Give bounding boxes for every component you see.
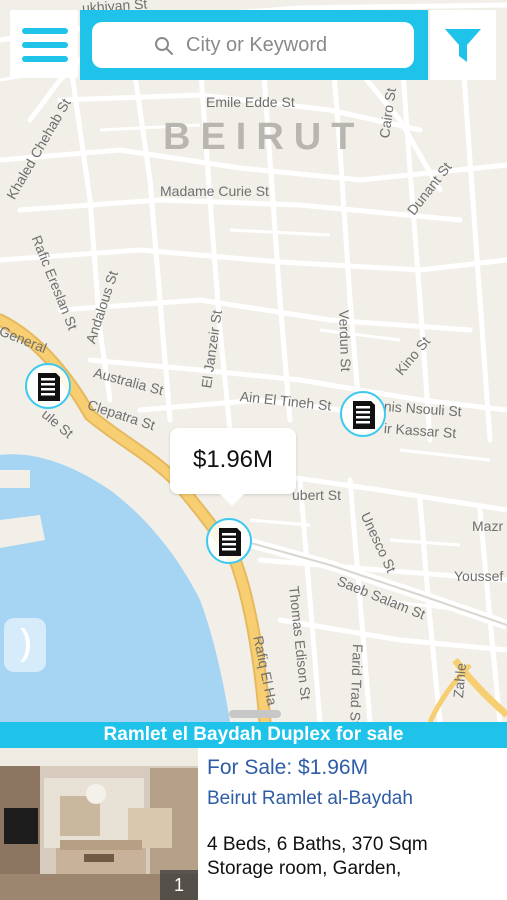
- chevron-icon: [20, 628, 30, 662]
- street-label: ubert St: [292, 487, 342, 503]
- street-label: Verdun St: [336, 309, 355, 372]
- callout-price: $1.96M: [192, 446, 274, 473]
- search-icon: [155, 37, 173, 55]
- menu-button[interactable]: [10, 10, 78, 78]
- street-label: Farid Trad St: [347, 643, 366, 722]
- listing-marker-selected[interactable]: [206, 518, 252, 564]
- listing-title-banner[interactable]: Ramlet el Baydah Duplex for sale: [0, 722, 507, 748]
- street-label: Madame Curie St: [160, 183, 269, 199]
- side-panel-handle[interactable]: [4, 618, 46, 672]
- listing-details: 4 Beds, 6 Baths, 370 Sqm: [207, 834, 428, 855]
- map-view[interactable]: BEIRUT Emile Edde St Cairo St Khaled Che…: [0, 0, 507, 722]
- building-icon: [219, 528, 241, 556]
- search-input[interactable]: [186, 28, 406, 62]
- street-label: Youssef: [454, 568, 504, 584]
- top-bar: [0, 0, 507, 82]
- search-bar: [80, 10, 428, 80]
- app-root: BEIRUT Emile Edde St Cairo St Khaled Che…: [0, 0, 507, 900]
- building-icon: [38, 373, 60, 401]
- listing-features: Storage room, Garden,: [207, 858, 402, 879]
- listing-title: Ramlet el Baydah Duplex for sale: [103, 724, 404, 745]
- listing-marker[interactable]: [340, 391, 386, 437]
- funnel-icon: [445, 29, 481, 62]
- street-label: Zahle: [450, 662, 470, 699]
- listing-card[interactable]: 1 For Sale: $1.96M Beirut Ramlet al-Bayd…: [0, 748, 507, 900]
- listing-marker[interactable]: [25, 363, 71, 409]
- street-label: Emile Edde St: [206, 94, 295, 110]
- listing-photo[interactable]: 1: [0, 748, 198, 900]
- price-callout[interactable]: $1.96M: [170, 428, 296, 506]
- search-box[interactable]: [92, 22, 414, 68]
- street-label: Mazr: [472, 518, 504, 534]
- listing-location: Beirut Ramlet al-Baydah: [207, 788, 413, 809]
- building-icon: [353, 401, 375, 429]
- city-label: BEIRUT: [163, 116, 365, 158]
- filter-button[interactable]: [430, 10, 496, 80]
- listing-price: For Sale: $1.96M: [207, 756, 369, 779]
- photo-counter: 1: [160, 870, 198, 900]
- drawer-drag-handle[interactable]: [229, 710, 281, 718]
